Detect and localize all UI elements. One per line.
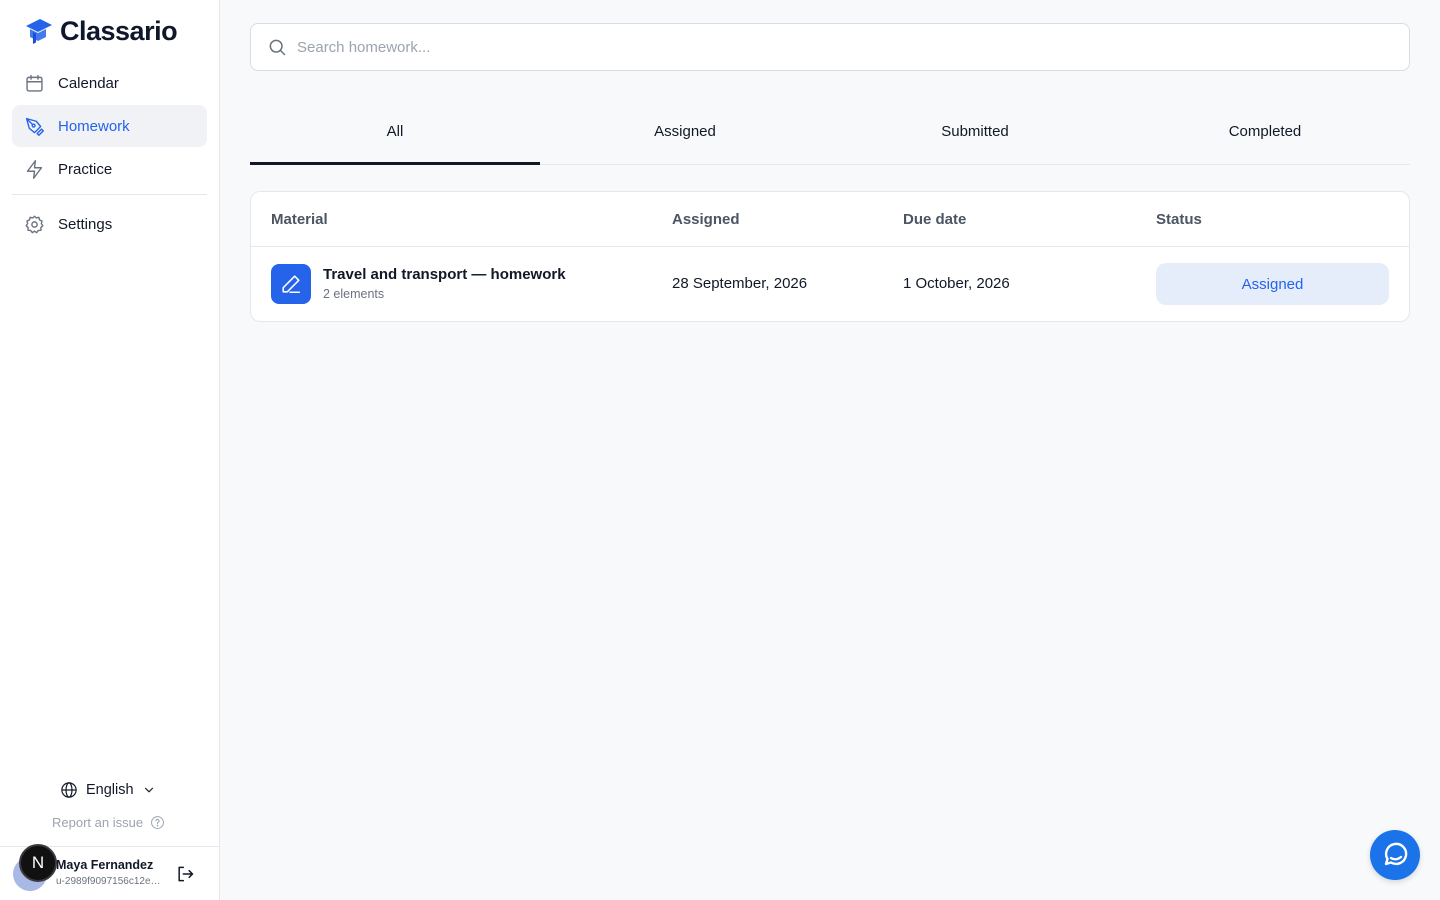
user-initial-badge[interactable]: N xyxy=(19,844,57,882)
language-label: English xyxy=(86,782,134,798)
homework-table: Material Assigned Due date Status Travel… xyxy=(250,191,1410,322)
search-input[interactable] xyxy=(297,38,1409,56)
sidebar-item-practice[interactable]: Practice xyxy=(12,148,207,190)
pencil-icon xyxy=(282,275,301,294)
table-row[interactable]: Travel and transport — homework 2 elemen… xyxy=(251,248,1409,322)
sidebar-item-label: Settings xyxy=(58,215,113,233)
due-date: 1 October, 2026 xyxy=(903,275,1010,292)
tab-assigned[interactable]: Assigned xyxy=(540,98,830,164)
user-profile: N Maya Fernandez u-2989f9097156c12e… xyxy=(0,844,219,900)
help-circle-icon xyxy=(151,816,164,829)
report-issue-link[interactable]: Report an issue xyxy=(52,815,165,830)
sidebar-item-label: Calendar xyxy=(58,74,119,92)
user-id: u-2989f9097156c12e… xyxy=(56,876,160,887)
language-selector[interactable]: English xyxy=(60,781,156,799)
search-icon xyxy=(269,39,286,56)
graduation-cap-icon xyxy=(26,18,52,44)
tab-submitted[interactable]: Submitted xyxy=(830,98,1120,164)
sidebar: Classario Calendar Homework Practice Set… xyxy=(0,0,220,900)
user-name: Maya Fernandez xyxy=(56,858,154,872)
column-header-material: Material xyxy=(271,211,328,228)
search-bar[interactable] xyxy=(250,23,1410,71)
sidebar-item-settings[interactable]: Settings xyxy=(12,203,207,245)
globe-icon xyxy=(61,782,77,798)
column-header-status: Status xyxy=(1156,211,1202,228)
gear-icon xyxy=(25,214,44,233)
material-element-count: 2 elements xyxy=(323,287,385,301)
pen-tool-icon xyxy=(25,117,44,136)
assigned-date: 28 September, 2026 xyxy=(672,275,808,292)
sidebar-item-label: Practice xyxy=(58,160,113,178)
nav-divider xyxy=(12,194,207,195)
column-header-assigned: Assigned xyxy=(672,211,740,228)
material-icon xyxy=(271,264,311,304)
app-logo[interactable]: Classario xyxy=(24,16,178,47)
sidebar-nav: Calendar Homework Practice Settings xyxy=(12,62,207,246)
lightning-icon xyxy=(26,159,43,179)
app-name: Classario xyxy=(60,16,178,46)
sidebar-item-calendar[interactable]: Calendar xyxy=(12,62,207,104)
chevron-down-icon xyxy=(144,787,153,793)
material-title[interactable]: Travel and transport — homework xyxy=(323,266,566,283)
report-issue-label: Report an issue xyxy=(52,815,144,830)
tab-completed[interactable]: Completed xyxy=(1120,98,1410,164)
sidebar-item-label: Homework xyxy=(58,117,130,135)
calendar-icon xyxy=(26,74,43,92)
sidebar-item-homework[interactable]: Homework xyxy=(12,105,207,147)
chat-support-button[interactable] xyxy=(1370,830,1420,880)
chat-bubble-icon xyxy=(1384,842,1408,866)
logout-icon[interactable] xyxy=(175,864,195,884)
tab-all[interactable]: All xyxy=(250,98,540,165)
status-tabs: All Assigned Submitted Completed xyxy=(250,98,1410,165)
table-header: Material Assigned Due date Status xyxy=(251,192,1409,247)
column-header-due-date: Due date xyxy=(903,211,967,228)
status-badge: Assigned xyxy=(1156,263,1389,305)
